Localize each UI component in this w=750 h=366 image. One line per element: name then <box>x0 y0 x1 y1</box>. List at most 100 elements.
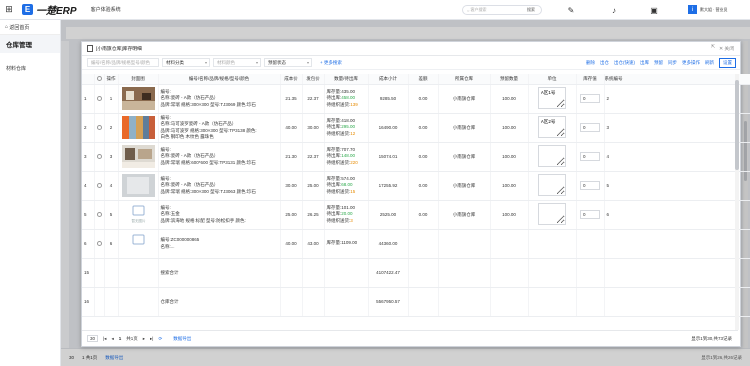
stock-value-input[interactable]: 0 <box>580 210 600 219</box>
reserve-status-select[interactable]: 预留状态 <box>264 58 312 67</box>
pen-icon[interactable]: ✎ <box>565 4 577 16</box>
out-button[interactable]: 出仓 <box>600 60 609 66</box>
table-row[interactable]: 3 3 编号: 名称:瓷砖 - A款（仿石产品） 品牌:常瑞 规格:600*600 … <box>82 142 750 172</box>
row-stock: 库存量:707.70 待出库:148.00 待组织送货:220 <box>324 142 369 172</box>
page-number[interactable]: 1 <box>119 336 122 341</box>
sidebar-title: 仓库管理 <box>0 35 60 53</box>
bell-icon[interactable]: ♪ <box>608 4 620 16</box>
material-color-select[interactable]: 材料颜色 <box>213 58 261 67</box>
no-image-placeholder-icon[interactable] <box>121 232 155 255</box>
keyword-filter-input[interactable]: 编号/名称/品牌/规格型号/颜色 <box>87 58 159 67</box>
outbound-button[interactable]: 出库 <box>640 60 649 66</box>
refresh-button[interactable]: 刷新 <box>705 60 714 66</box>
desc-line: 名称:... <box>160 243 175 249</box>
row-cost: 21.30 <box>280 142 303 172</box>
col-header-sysno[interactable]: 系统编号 <box>604 74 750 85</box>
row-select-radio[interactable] <box>94 142 105 172</box>
row-number: 2 <box>82 113 95 143</box>
row-reserve: 100.00 <box>490 171 529 201</box>
row-reserve: 100.00 <box>490 113 529 143</box>
desc-line: 品牌:常瑞 规格:300×300 型号:TJ3063 颜色:珍石 <box>160 188 256 194</box>
out-fast-button[interactable]: 出仓(快速) <box>614 60 635 66</box>
unit-textarea[interactable] <box>538 145 566 167</box>
product-thumbnail[interactable] <box>121 174 155 197</box>
row-cost: 21.35 <box>280 84 303 114</box>
more-search-link[interactable]: + 更多搜索 <box>320 60 342 66</box>
row-cost: 40.00 <box>280 229 303 259</box>
row-description: 编号:ZC000000865 名称:... <box>158 229 281 259</box>
product-thumbnail[interactable] <box>121 116 155 139</box>
no-image-placeholder-icon[interactable]: 暂无图片 <box>121 203 155 226</box>
col-header-unit[interactable]: 单位 <box>528 74 577 85</box>
more-actions-button[interactable]: 更多操作 <box>682 60 700 66</box>
col-header-diff[interactable]: 差额 <box>408 74 439 85</box>
maximize-icon[interactable]: ⇱ <box>711 45 715 52</box>
delete-button[interactable]: 删除 <box>586 60 595 66</box>
avatar: i <box>688 5 697 14</box>
table-row[interactable]: 2 2 编号: 名称:马可波罗瓷砖 - A款（仿石产品） 品牌:马可波罗 规格:30… <box>82 113 750 143</box>
unit-textarea[interactable] <box>538 174 566 196</box>
row-sysno: 2 <box>604 84 750 114</box>
unit-textarea[interactable] <box>538 203 566 225</box>
col-header-pack[interactable]: 发包价 <box>302 74 325 85</box>
col-header-cost[interactable]: 成本价 <box>280 74 303 85</box>
sync-button[interactable]: 同步 <box>668 60 677 66</box>
table-row[interactable]: 4 4 编号: 名称:瓷砖 - A款（仿石产品） 品牌:常瑞 规格:300×300 … <box>82 171 750 201</box>
next-page-icon[interactable]: ▸ <box>143 336 145 342</box>
row-select-radio[interactable] <box>94 113 105 143</box>
calendar-icon[interactable]: ▣ <box>648 4 660 16</box>
first-page-icon[interactable]: |◂ <box>103 336 106 342</box>
refresh-icon[interactable]: ⟳ <box>158 336 162 342</box>
apps-grid-icon[interactable]: ⊞ <box>0 0 18 20</box>
modal-scrollbar[interactable] <box>735 74 739 330</box>
back-home-link[interactable]: ⌂ 返回首页 <box>0 20 60 35</box>
row-select-radio[interactable] <box>94 229 105 259</box>
total-pages: 共1页 <box>126 335 138 341</box>
stock-value-input[interactable]: 0 <box>580 152 600 161</box>
col-header-select[interactable] <box>94 74 105 85</box>
stock-delivery-label: 待组织送货: <box>326 217 351 223</box>
row-select-radio[interactable] <box>94 84 105 114</box>
export-link[interactable]: 数据导出 <box>173 336 191 342</box>
row-select-radio[interactable] <box>94 200 105 230</box>
table-row[interactable]: 6 6 编号:ZC000000865 名称:... 40.00 43.00 库存量… <box>82 229 750 259</box>
product-thumbnail[interactable] <box>121 87 155 110</box>
sidebar-item-material-warehouse[interactable]: 材料仓库 <box>0 61 60 76</box>
unit-textarea[interactable]: A区1号 <box>538 87 566 109</box>
product-thumbnail[interactable] <box>121 145 155 168</box>
row-description: 编号: 名称:瓷砖 - A款（仿石产品） 品牌:常瑞 规格:600*600 型号:T… <box>158 142 281 172</box>
close-button[interactable]: ✕ 关闭 <box>719 45 734 52</box>
row-pack-price: 22.37 <box>302 142 325 172</box>
page-size-select[interactable]: 30 <box>87 335 99 342</box>
customer-search-input[interactable]: ○ 客户搜索 搜索 <box>462 5 542 15</box>
row-subtotal: 16490.00 <box>368 113 409 143</box>
col-header-desc[interactable]: 编号/名称/品牌/规格/型号/颜色 <box>158 74 281 85</box>
row-select-radio[interactable] <box>94 171 105 201</box>
unit-textarea[interactable]: A区2号 <box>538 116 566 138</box>
stock-line: 待组织送货:12 <box>327 131 366 137</box>
user-menu[interactable]: i 默大姐 · 营业员 <box>688 5 728 14</box>
search-button[interactable]: 搜索 <box>527 7 535 13</box>
row-sysno: 6 <box>604 200 750 230</box>
table-row[interactable]: 1 1 编号: 名称:瓷砖 - A款（仿石产品） 品牌:常瑞 规格:300×300 … <box>82 84 750 114</box>
settings-button[interactable]: 设置 <box>719 57 736 68</box>
search-icon: ○ <box>467 7 470 13</box>
app-logo[interactable]: E 一楚ERP <box>22 2 77 17</box>
col-header-warehouse[interactable]: 所属仓库 <box>438 74 491 85</box>
stock-value-input[interactable]: 0 <box>580 94 600 103</box>
row-reserve: 100.00 <box>490 200 529 230</box>
col-header-stockval[interactable]: 库存值 <box>576 74 605 85</box>
col-header-subtotal[interactable]: 成本小计 <box>368 74 409 85</box>
material-class-select[interactable]: 材料分类 <box>162 58 210 67</box>
stock-value-input[interactable]: 0 <box>580 181 600 190</box>
table-row[interactable]: 5 5 暂无图片 编号: 名称:五金 品牌:滨海地 规格:标配 型号:防松扣手 颜色… <box>82 200 750 230</box>
col-header-stock[interactable]: 数量/待出库 <box>324 74 369 85</box>
stock-detail-modal: [小南旗仓库]库存明细 ⇱ ✕ 关闭 编号/名称/品牌/规格型号/颜色 材料分类… <box>81 41 750 347</box>
last-page-icon[interactable]: ▸| <box>150 336 153 342</box>
stock-value-input[interactable]: 0 <box>580 123 600 132</box>
prev-page-icon[interactable]: ◂ <box>111 336 113 342</box>
col-header-reserve[interactable]: 预留数量 <box>490 74 529 85</box>
reserve-button[interactable]: 预留 <box>654 60 663 66</box>
record-info: 显示1到30,共73记录 <box>691 335 732 341</box>
stock-table: 操作 封面图 编号/名称/品牌/规格/型号/颜色 成本价 发包价 数量/待出库 … <box>82 74 750 317</box>
